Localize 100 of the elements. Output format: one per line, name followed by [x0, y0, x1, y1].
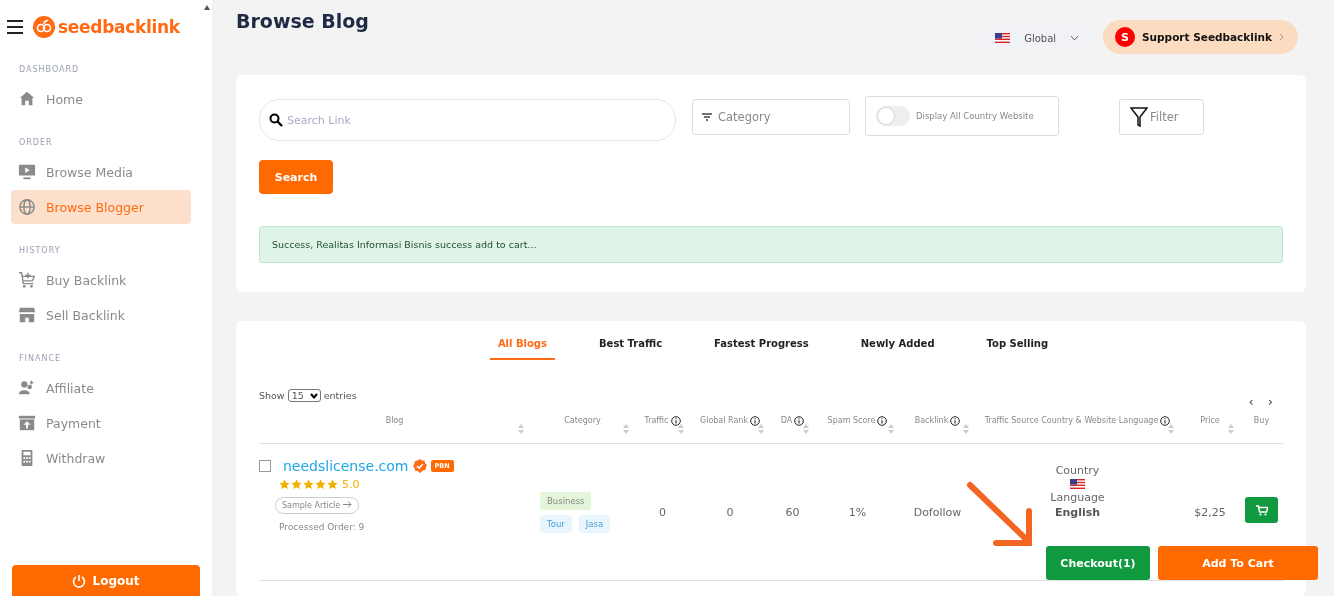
- category-dropdown[interactable]: Category: [692, 99, 850, 135]
- column-header[interactable]: Backlink: [900, 407, 975, 443]
- home-icon: [18, 90, 36, 108]
- processed-order-text: Processed Order: 9: [279, 522, 365, 532]
- entries-label: entries: [323, 390, 357, 401]
- column-header[interactable]: Traffic: [635, 407, 690, 443]
- country-label: Country: [1055, 464, 1100, 477]
- sample-article-button[interactable]: Sample Article: [275, 497, 359, 514]
- sort-icon[interactable]: [803, 423, 809, 435]
- sort-icon[interactable]: [758, 423, 764, 435]
- success-alert: Success, Realitas Informasi Bisnis success add to cart...: [259, 226, 1283, 263]
- sidebar-item[interactable]: Home: [11, 82, 191, 116]
- star-icon: [279, 479, 290, 490]
- column-header[interactable]: Blog: [259, 407, 530, 443]
- monitor-icon: [18, 163, 36, 181]
- logo-text: seedbacklink: [58, 17, 180, 37]
- sort-icon[interactable]: [518, 423, 524, 435]
- tab[interactable]: Fastest Progress: [706, 331, 817, 360]
- page-title: Browse Blog: [236, 10, 370, 32]
- sort-icon[interactable]: [1168, 423, 1174, 435]
- users-icon: [18, 379, 36, 397]
- sort-icon[interactable]: [623, 423, 629, 435]
- table-cell: $2,25: [1194, 505, 1226, 519]
- support-button[interactable]: S Support Seedbacklink: [1103, 20, 1298, 54]
- search-field[interactable]: Search Link: [259, 99, 676, 141]
- category-tag: Business: [540, 491, 592, 510]
- menu-icon[interactable]: [7, 20, 23, 34]
- search-icon: [269, 113, 283, 127]
- section-label: FINANCE: [18, 354, 63, 363]
- column-header[interactable]: DA: [770, 407, 815, 443]
- table-cell: 1%: [848, 505, 867, 519]
- sidebar-item[interactable]: Browse Media: [11, 155, 191, 189]
- power-icon: [72, 574, 87, 588]
- chevron-right-icon: [1279, 33, 1284, 41]
- chevron-down-icon: [1070, 35, 1080, 41]
- previous-page-link[interactable]: ‹: [1248, 394, 1254, 409]
- search-button[interactable]: Search: [259, 160, 333, 194]
- toggle-label: Display All Country Website: [916, 111, 1034, 121]
- checkout-button[interactable]: Checkout(1): [1046, 546, 1150, 580]
- show-label: Show: [259, 390, 285, 401]
- cart-icon: [18, 271, 36, 289]
- sidebar-item[interactable]: Affiliate: [11, 371, 191, 405]
- info-icon: [877, 416, 888, 426]
- row-checkbox[interactable]: [259, 460, 271, 472]
- column-header[interactable]: Price: [1180, 407, 1240, 443]
- globe-icon: [18, 198, 36, 216]
- next-page-link[interactable]: ›: [1267, 394, 1273, 409]
- sort-icon[interactable]: [888, 423, 894, 435]
- tab[interactable]: Newly Added: [852, 331, 943, 360]
- sort-icon[interactable]: [963, 423, 969, 435]
- star-icon: [303, 479, 314, 490]
- entries-select[interactable]: 15: [287, 389, 321, 402]
- funnel-icon: [1130, 107, 1148, 127]
- payment-icon: [18, 414, 36, 432]
- tab[interactable]: All Blogs: [489, 331, 555, 360]
- table-cell: 0: [726, 505, 734, 519]
- info-icon: [794, 416, 805, 426]
- logo[interactable]: seedbacklink: [33, 16, 180, 38]
- column-header[interactable]: Category: [530, 407, 635, 443]
- column-header[interactable]: Buy: [1240, 407, 1283, 443]
- category-tag: Jasa: [578, 514, 611, 533]
- sidebar-item[interactable]: Withdraw: [11, 441, 191, 475]
- country-toggle[interactable]: Display All Country Website: [865, 96, 1059, 136]
- sidebar-item[interactable]: Sell Backlink: [11, 298, 191, 332]
- rating-value: 5.0: [342, 478, 360, 491]
- column-header[interactable]: Global Rank: [690, 407, 770, 443]
- info-icon: [1160, 416, 1171, 426]
- star-icon: [327, 479, 338, 490]
- sort-icon[interactable]: [678, 423, 684, 435]
- tab[interactable]: Top Selling: [978, 331, 1057, 360]
- table-cell: 0: [659, 505, 666, 519]
- sidebar-item[interactable]: Buy Backlink: [11, 263, 191, 297]
- language-label: Language: [1050, 491, 1105, 504]
- filter-button[interactable]: Filter: [1119, 99, 1204, 135]
- flag-icon: [995, 33, 1011, 43]
- table-cell: Dofollow: [913, 505, 962, 519]
- info-icon: [750, 416, 761, 426]
- column-header[interactable]: Traffic Source Country & Website Language: [975, 407, 1180, 443]
- sort-icon[interactable]: [1228, 423, 1234, 435]
- star-icon: [291, 479, 302, 490]
- add-to-cart-button[interactable]: Add To Cart: [1158, 546, 1318, 580]
- toggle-switch[interactable]: [876, 106, 910, 126]
- store-icon: [18, 306, 36, 324]
- flag-icon: [1070, 479, 1085, 489]
- language-value: English: [1054, 506, 1101, 519]
- chevron-down-icon: [309, 392, 318, 399]
- cart-button[interactable]: [1245, 497, 1278, 523]
- sidebar-item[interactable]: Browse Blogger: [11, 190, 191, 224]
- star-icon: [315, 479, 326, 490]
- sidebar-item[interactable]: Payment: [11, 406, 191, 440]
- column-header[interactable]: Spam Score: [815, 407, 900, 443]
- blog-link[interactable]: needslicense.com: [283, 458, 409, 474]
- filter-lines-icon: [702, 113, 712, 121]
- tab[interactable]: Best Traffic: [591, 331, 671, 360]
- section-label: DASHBOARD: [18, 65, 81, 74]
- scroll-up-icon[interactable]: [204, 5, 210, 10]
- cart-icon: [1255, 504, 1268, 516]
- section-label: HISTORY: [18, 246, 62, 255]
- logout-button[interactable]: Logout: [12, 565, 200, 596]
- avatar-icon: S: [1115, 27, 1136, 47]
